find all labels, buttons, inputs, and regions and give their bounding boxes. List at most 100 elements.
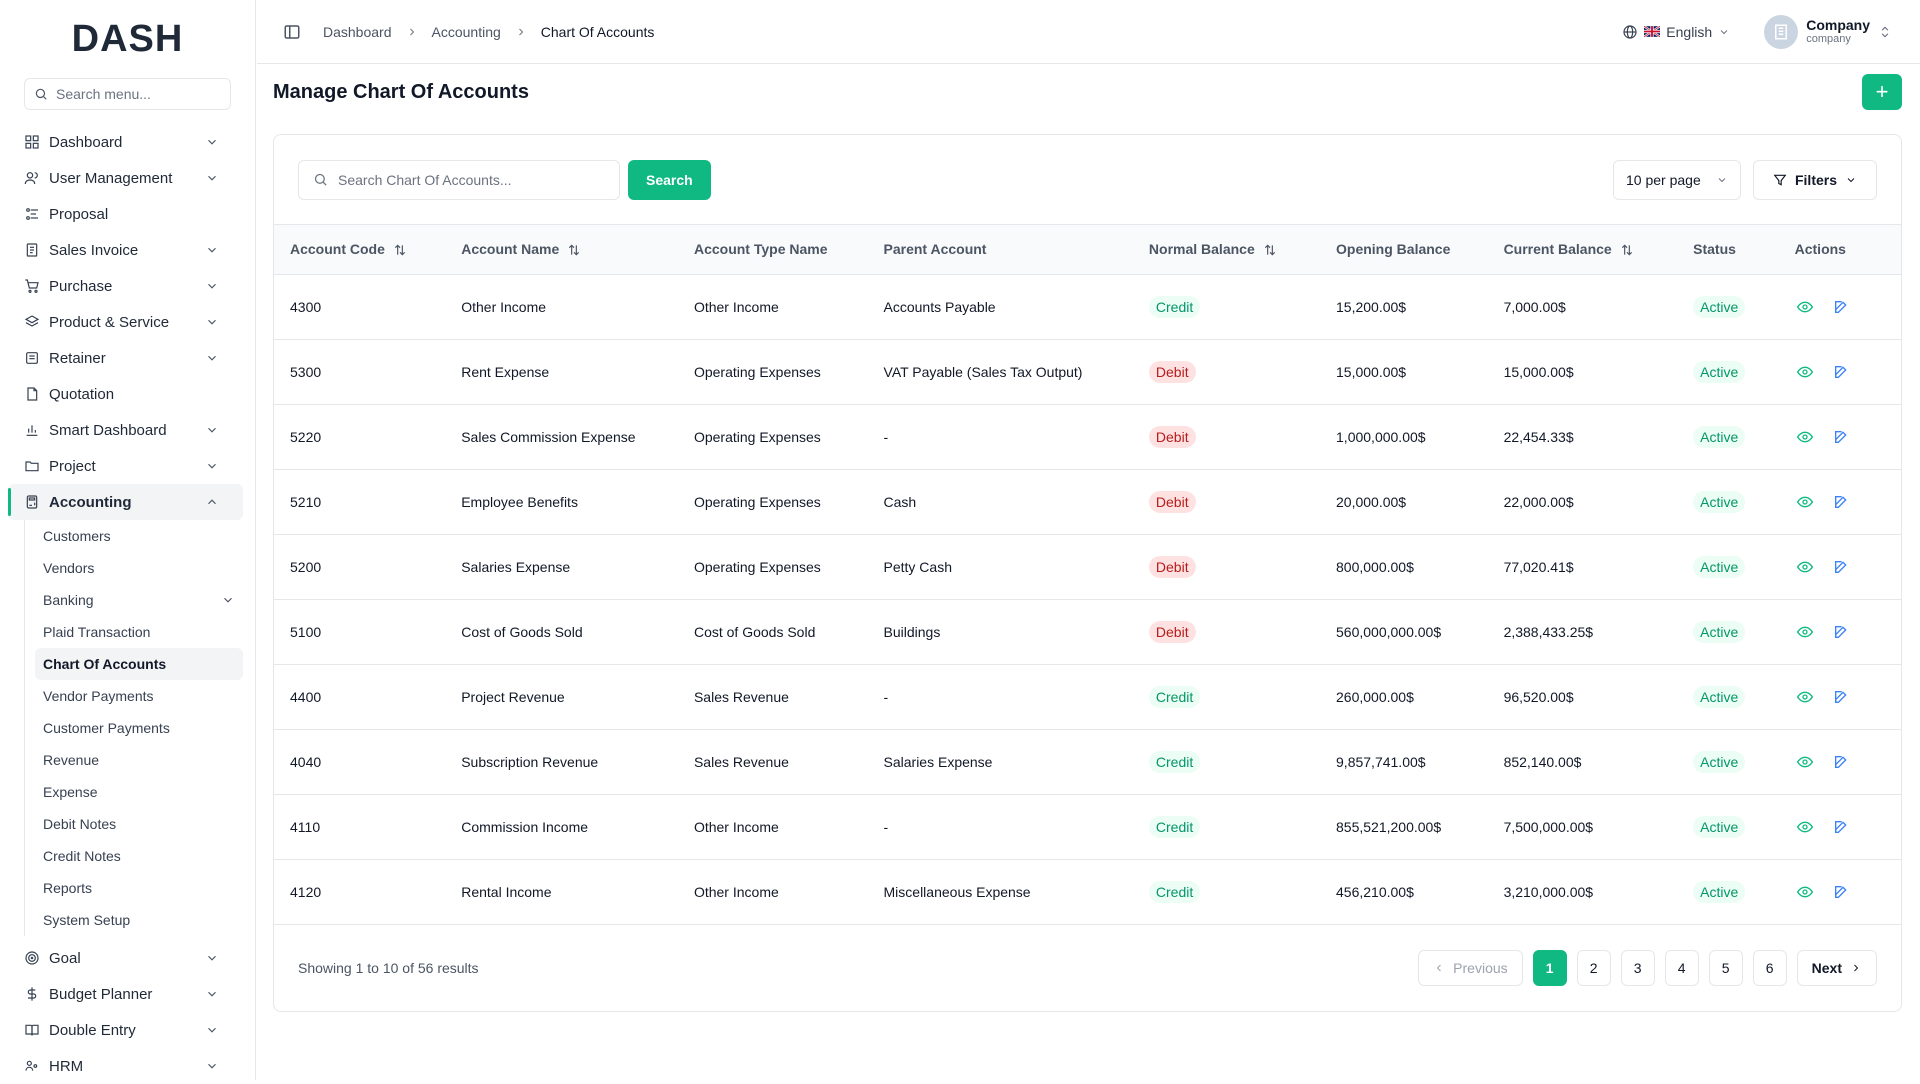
- view-button[interactable]: [1795, 362, 1815, 382]
- page-button-4[interactable]: 4: [1665, 950, 1699, 986]
- column-header-label: Account Type Name: [694, 241, 828, 257]
- edit-icon: [1833, 494, 1849, 510]
- view-icon: [1797, 689, 1813, 705]
- cell-opening-balance: 260,000.00$: [1320, 664, 1488, 729]
- next-page-button[interactable]: Next: [1797, 950, 1877, 986]
- view-icon: [1797, 494, 1813, 510]
- previous-page-button[interactable]: Previous: [1418, 950, 1522, 986]
- breadcrumb-accounting[interactable]: Accounting: [432, 24, 501, 40]
- sidebar-search-input[interactable]: [56, 86, 216, 102]
- submenu-item-credit-notes[interactable]: Credit Notes: [35, 840, 243, 872]
- submenu-item-chart-of-accounts[interactable]: Chart Of Accounts: [35, 648, 243, 680]
- cell-parent-account: -: [868, 664, 1133, 729]
- sidebar-item-sales-invoice[interactable]: Sales Invoice: [8, 232, 243, 268]
- sidebar-item-goal[interactable]: Goal: [8, 940, 243, 976]
- view-button[interactable]: [1795, 622, 1815, 642]
- sort-icon[interactable]: [1263, 243, 1277, 257]
- sidebar-item-retainer[interactable]: Retainer: [8, 340, 243, 376]
- retainer-icon: [24, 350, 40, 366]
- sidebar-item-proposal[interactable]: Proposal: [8, 196, 243, 232]
- view-button[interactable]: [1795, 557, 1815, 577]
- sidebar-toggle-icon[interactable]: [283, 23, 301, 41]
- sidebar-search[interactable]: [24, 78, 231, 110]
- add-account-button[interactable]: +: [1862, 74, 1902, 110]
- table-row: 4110Commission IncomeOther Income-Credit…: [274, 794, 1901, 859]
- sidebar-item-project[interactable]: Project: [8, 448, 243, 484]
- sidebar-item-label: Quotation: [49, 386, 219, 403]
- sidebar-item-smart-dashboard[interactable]: Smart Dashboard: [8, 412, 243, 448]
- page-button-5[interactable]: 5: [1709, 950, 1743, 986]
- table-row: 4040Subscription RevenueSales RevenueSal…: [274, 729, 1901, 794]
- view-button[interactable]: [1795, 882, 1815, 902]
- submenu-item-vendors[interactable]: Vendors: [35, 552, 243, 584]
- breadcrumb-dashboard[interactable]: Dashboard: [323, 24, 392, 40]
- language-selector[interactable]: English: [1622, 24, 1730, 40]
- accounts-search-input[interactable]: [338, 172, 598, 188]
- user-menu[interactable]: Company company: [1764, 15, 1892, 49]
- sidebar-item-double-entry[interactable]: Double Entry: [8, 1012, 243, 1048]
- submenu-item-plaid-transaction[interactable]: Plaid Transaction: [35, 616, 243, 648]
- view-button[interactable]: [1795, 492, 1815, 512]
- sidebar-item-budget-planner[interactable]: Budget Planner: [8, 976, 243, 1012]
- submenu-item-banking[interactable]: Banking: [35, 584, 243, 616]
- view-button[interactable]: [1795, 817, 1815, 837]
- column-header-account-code[interactable]: Account Code: [274, 225, 445, 274]
- edit-button[interactable]: [1831, 427, 1851, 447]
- chevron-down-icon: [1845, 174, 1857, 186]
- chevron-down-icon: [205, 423, 219, 437]
- submenu-item-customers[interactable]: Customers: [35, 520, 243, 552]
- view-icon: [1797, 559, 1813, 575]
- edit-button[interactable]: [1831, 817, 1851, 837]
- edit-icon: [1833, 364, 1849, 380]
- view-button[interactable]: [1795, 752, 1815, 772]
- submenu-item-system-setup[interactable]: System Setup: [35, 904, 243, 936]
- edit-button[interactable]: [1831, 297, 1851, 317]
- submenu-item-debit-notes[interactable]: Debit Notes: [35, 808, 243, 840]
- sidebar-item-hrm[interactable]: HRM: [8, 1048, 243, 1084]
- column-header-current-balance[interactable]: Current Balance: [1488, 225, 1678, 274]
- per-page-select[interactable]: 10 per page: [1613, 160, 1741, 200]
- cell-parent-account: -: [868, 794, 1133, 859]
- search-button[interactable]: Search: [628, 160, 711, 200]
- page-button-1[interactable]: 1: [1533, 950, 1567, 986]
- page-button-2[interactable]: 2: [1577, 950, 1611, 986]
- submenu-item-reports[interactable]: Reports: [35, 872, 243, 904]
- page-button-3[interactable]: 3: [1621, 950, 1655, 986]
- top-header: Dashboard Accounting Chart Of Accounts E…: [257, 0, 1920, 64]
- sidebar-item-dashboard[interactable]: Dashboard: [8, 124, 243, 160]
- page-button-6[interactable]: 6: [1753, 950, 1787, 986]
- column-header-account-name[interactable]: Account Name: [445, 225, 678, 274]
- row-actions: [1795, 362, 1901, 382]
- edit-button[interactable]: [1831, 882, 1851, 902]
- view-button[interactable]: [1795, 427, 1815, 447]
- sidebar-item-product-service[interactable]: Product & Service: [8, 304, 243, 340]
- sidebar-item-user-management[interactable]: User Management: [8, 160, 243, 196]
- sidebar-item-purchase[interactable]: Purchase: [8, 268, 243, 304]
- sidebar-item-label: Retainer: [49, 350, 196, 367]
- view-button[interactable]: [1795, 687, 1815, 707]
- edit-button[interactable]: [1831, 492, 1851, 512]
- cell-actions: [1779, 469, 1901, 534]
- edit-button[interactable]: [1831, 687, 1851, 707]
- submenu-item-customer-payments[interactable]: Customer Payments: [35, 712, 243, 744]
- sort-icon[interactable]: [1620, 243, 1634, 257]
- submenu-item-revenue[interactable]: Revenue: [35, 744, 243, 776]
- logo[interactable]: DASH: [0, 0, 255, 78]
- sort-icon[interactable]: [567, 243, 581, 257]
- view-button[interactable]: [1795, 297, 1815, 317]
- edit-button[interactable]: [1831, 362, 1851, 382]
- edit-button[interactable]: [1831, 622, 1851, 642]
- edit-button[interactable]: [1831, 557, 1851, 577]
- sidebar-item-quotation[interactable]: Quotation: [8, 376, 243, 412]
- sort-icon[interactable]: [393, 243, 407, 257]
- column-header-normal-balance[interactable]: Normal Balance: [1133, 225, 1320, 274]
- filters-button[interactable]: Filters: [1753, 160, 1877, 200]
- accounts-search[interactable]: [298, 160, 620, 200]
- sidebar-item-accounting[interactable]: Accounting: [8, 484, 243, 520]
- edit-button[interactable]: [1831, 752, 1851, 772]
- chevron-down-icon: [221, 593, 235, 607]
- submenu-item-expense[interactable]: Expense: [35, 776, 243, 808]
- column-header-label: Current Balance: [1504, 241, 1612, 257]
- submenu-item-vendor-payments[interactable]: Vendor Payments: [35, 680, 243, 712]
- cell-account-type: Sales Revenue: [678, 664, 868, 729]
